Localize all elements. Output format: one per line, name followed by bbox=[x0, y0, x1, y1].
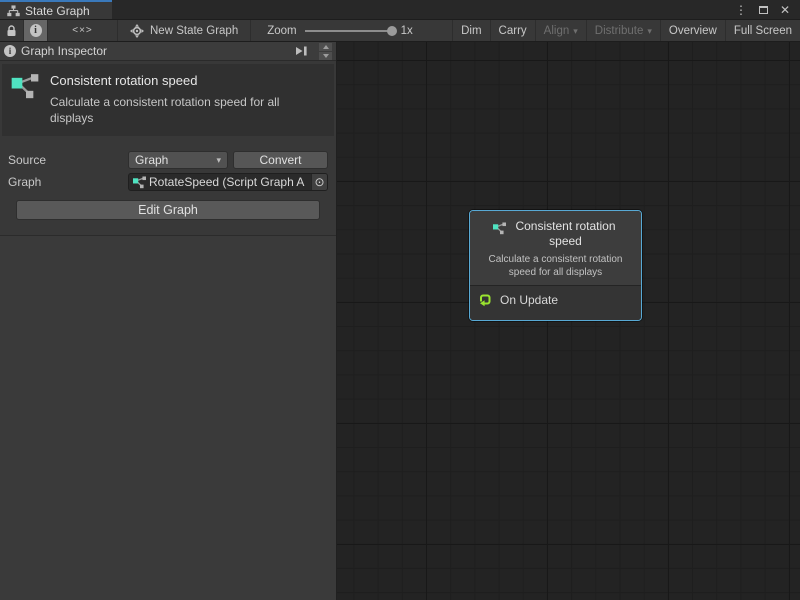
convert-button[interactable]: Convert bbox=[233, 151, 328, 169]
lock-icon bbox=[6, 25, 17, 37]
graph-toolbar: i <×> New State Graph Zoom 1x Dim bbox=[0, 19, 800, 42]
inspector-fields: Source Graph ▾ Convert Graph bbox=[0, 136, 336, 220]
tab-label: State Graph bbox=[25, 4, 90, 18]
code-icon: <×> bbox=[72, 25, 93, 36]
edit-graph-button[interactable]: Edit Graph bbox=[16, 200, 320, 220]
inspector-empty-area bbox=[0, 235, 336, 600]
graph-object-value: RotateSpeed (Script Graph A bbox=[149, 175, 311, 189]
dim-label: Dim bbox=[461, 25, 481, 37]
carry-label: Carry bbox=[499, 25, 527, 37]
state-node-title: Consistent rotation speed bbox=[512, 219, 620, 249]
on-update-event-row[interactable]: On Update bbox=[477, 292, 634, 308]
state-node-body: On Update bbox=[470, 285, 641, 320]
state-node-title-row: Consistent rotation speed bbox=[474, 219, 637, 249]
overview-button[interactable]: Overview bbox=[660, 20, 725, 41]
source-row: Source Graph ▾ Convert bbox=[8, 151, 328, 169]
info-icon: i bbox=[30, 24, 42, 37]
code-preview-button[interactable]: <×> bbox=[48, 20, 118, 41]
spin-down-button[interactable] bbox=[319, 52, 332, 60]
zoom-label: Zoom bbox=[267, 25, 296, 37]
zoom-control: Zoom 1x bbox=[267, 20, 413, 41]
update-loop-icon bbox=[477, 292, 493, 308]
caret-down-icon: ▾ bbox=[216, 155, 221, 166]
toolbar-empty bbox=[413, 20, 452, 41]
source-label: Source bbox=[8, 153, 128, 167]
state-node-description: Calculate a consistent rotation speed fo… bbox=[474, 253, 637, 279]
caret-down-icon: ▾ bbox=[647, 26, 652, 37]
graph-object-field[interactable]: RotateSpeed (Script Graph A ⊙ bbox=[128, 173, 328, 191]
distribute-button: Distribute ▾ bbox=[586, 20, 660, 41]
align-label: Align bbox=[544, 25, 570, 37]
script-graph-icon bbox=[132, 176, 148, 189]
graph-inspector-panel: i Graph Inspector bbox=[0, 42, 337, 600]
align-button: Align ▾ bbox=[535, 20, 586, 41]
panel-spinner bbox=[319, 43, 332, 60]
dock-icon bbox=[294, 45, 308, 57]
caret-down-icon: ▾ bbox=[573, 26, 578, 37]
maximize-icon[interactable] bbox=[759, 6, 768, 14]
zoom-slider[interactable] bbox=[305, 30, 393, 32]
edit-graph-label: Edit Graph bbox=[138, 203, 198, 217]
graph-inspector-header: i Graph Inspector bbox=[0, 42, 336, 61]
overview-label: Overview bbox=[669, 25, 717, 37]
script-graph-icon bbox=[492, 222, 507, 235]
window-menu-icon[interactable]: ⋮ bbox=[735, 4, 747, 16]
graph-info-text: Consistent rotation speed Calculate a co… bbox=[50, 73, 322, 126]
graph-field-label: Graph bbox=[8, 175, 128, 189]
spin-up-button[interactable] bbox=[319, 43, 332, 51]
tab-bar-empty bbox=[112, 0, 725, 19]
graph-info-title: Consistent rotation speed bbox=[50, 73, 322, 88]
zoom-slider-handle[interactable] bbox=[387, 26, 397, 36]
state-graph-hierarchy-icon bbox=[7, 5, 20, 17]
state-node-header: Consistent rotation speed Calculate a co… bbox=[470, 211, 641, 285]
unity-state-graph-window: State Graph ⋮ ✕ i <×> bbox=[0, 0, 800, 600]
triangle-up-icon bbox=[323, 45, 329, 49]
graph-info-description: Calculate a consistent rotation speed fo… bbox=[50, 94, 322, 126]
move-crosshair-icon bbox=[130, 24, 144, 38]
graph-row: Graph RotateSpeed (Script Graph A bbox=[8, 173, 328, 191]
object-picker-icon: ⊙ bbox=[314, 175, 324, 189]
main-area: i Graph Inspector bbox=[0, 42, 800, 600]
on-update-label: On Update bbox=[500, 293, 558, 307]
graph-canvas[interactable]: Consistent rotation speed Calculate a co… bbox=[337, 42, 800, 600]
dock-panel-button[interactable] bbox=[291, 44, 311, 58]
close-icon[interactable]: ✕ bbox=[780, 4, 790, 16]
zoom-value: 1x bbox=[401, 25, 413, 37]
new-state-graph-button[interactable]: New State Graph bbox=[118, 20, 251, 41]
full-screen-button[interactable]: Full Screen bbox=[725, 20, 800, 41]
distribute-label: Distribute bbox=[595, 25, 644, 37]
script-graph-icon bbox=[10, 73, 40, 100]
source-dropdown-value: Graph bbox=[135, 153, 168, 167]
info-icon: i bbox=[4, 45, 16, 57]
dim-button[interactable]: Dim bbox=[452, 20, 489, 41]
window-controls: ⋮ ✕ bbox=[725, 0, 800, 19]
object-picker-button[interactable]: ⊙ bbox=[311, 174, 327, 190]
graph-inspector-title: Graph Inspector bbox=[21, 44, 286, 58]
new-state-graph-label: New State Graph bbox=[150, 25, 238, 37]
graph-info-box: Consistent rotation speed Calculate a co… bbox=[2, 64, 334, 136]
lock-button[interactable] bbox=[0, 20, 24, 41]
triangle-down-icon bbox=[323, 54, 329, 58]
full-screen-label: Full Screen bbox=[734, 25, 792, 37]
carry-button[interactable]: Carry bbox=[490, 20, 535, 41]
tab-bar: State Graph ⋮ ✕ bbox=[0, 0, 800, 19]
convert-label: Convert bbox=[259, 153, 301, 167]
inspector-toggle-button[interactable]: i bbox=[24, 20, 48, 41]
state-node[interactable]: Consistent rotation speed Calculate a co… bbox=[469, 210, 642, 321]
source-dropdown[interactable]: Graph ▾ bbox=[128, 151, 228, 169]
tab-state-graph[interactable]: State Graph bbox=[0, 0, 112, 19]
